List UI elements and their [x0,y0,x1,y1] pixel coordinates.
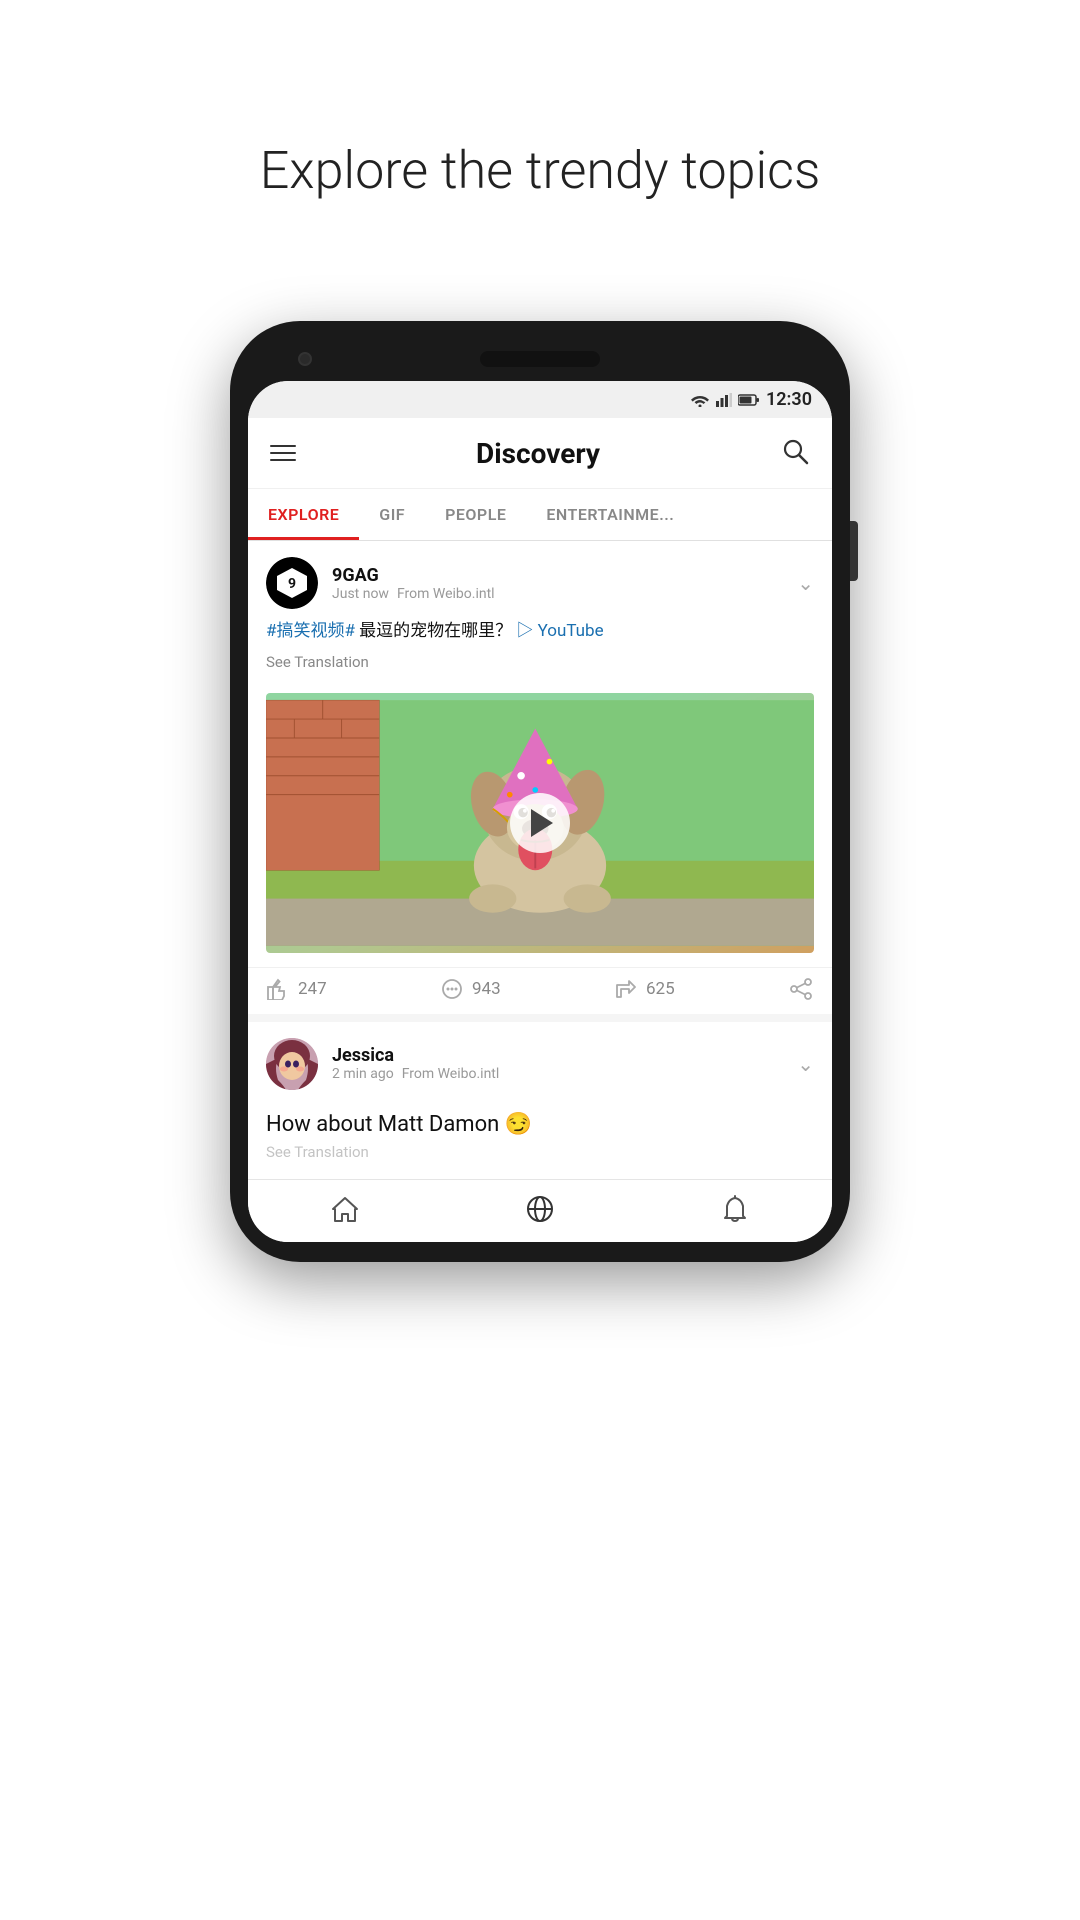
post-meta-2: 2 min ago From Weibo.intl [332,1066,499,1082]
post-header-2: Jessica 2 min ago From Weibo.intl ⌄ [248,1022,832,1100]
page-heading-section: Explore the trendy topics [260,70,821,261]
like-count: 247 [298,979,327,999]
app-title: Discovery [476,437,600,470]
chevron-down-icon[interactable]: ⌄ [797,571,814,595]
comment-icon [440,978,464,1000]
hashtag[interactable]: #搞笑视频# [266,621,355,641]
video-thumbnail[interactable] [266,693,814,953]
author-name: 9GAG [332,565,495,586]
like-icon [266,978,290,1000]
post-timestamp-2: 2 min ago [332,1066,394,1082]
repost-count: 625 [646,979,675,999]
post-card-2: Jessica 2 min ago From Weibo.intl ⌄ How … [248,1022,832,1171]
hamburger-menu-button[interactable] [270,445,296,461]
status-bar: 12:30 [248,381,832,418]
phone-camera [298,352,312,366]
status-time: 12:30 [766,389,812,410]
tab-gif[interactable]: GIF [359,489,425,540]
post-content: #搞笑视频# 最逗的宠物在哪里？ ▷ YouTube See Translati… [248,619,832,693]
hamburger-line-3 [270,459,296,461]
feed: 9 9GAG Just now From Weibo.intl [248,541,832,1171]
jessica-avatar-svg [266,1038,318,1090]
see-translation[interactable]: See Translation [266,653,814,671]
jessica-avatar [266,1038,318,1090]
play-button[interactable] [510,793,570,853]
status-icons: 12:30 [690,389,812,410]
discover-icon [525,1194,555,1224]
hamburger-line-1 [270,445,296,447]
play-triangle-icon [531,809,553,837]
post-body-text: 最逗的宠物在哪里？ [359,621,516,641]
phone-screen: 12:30 Discovery EXPLORE GIF PEOPLE E [248,381,832,1242]
post-body-matt-damon: How about Matt Damon 😏 [266,1112,532,1137]
chevron-down-icon-2[interactable]: ⌄ [797,1052,814,1076]
tab-entertainment[interactable]: ENTERTAINME... [526,489,694,540]
author-info: 9GAG Just now From Weibo.intl [332,565,495,602]
repost-icon [614,978,638,1000]
home-icon [330,1195,360,1223]
battery-icon [738,394,760,406]
page-title: Explore the trendy topics [260,140,821,201]
phone-frame: 12:30 Discovery EXPLORE GIF PEOPLE E [230,321,850,1262]
jessica-avatar-image [266,1038,318,1090]
share-icon [788,978,814,1000]
share-action[interactable] [788,978,814,1000]
app-header: Discovery [248,418,832,489]
post-text: #搞笑视频# 最逗的宠物在哪里？ ▷ YouTube [266,619,814,645]
youtube-link[interactable]: ▷ YouTube [516,621,603,641]
nav-home[interactable] [248,1194,443,1224]
comment-action[interactable]: 943 [440,978,614,1000]
phone-top-bar [248,351,832,367]
post-header: 9 9GAG Just now From Weibo.intl [248,541,832,619]
post-actions: 247 943 [248,967,832,1014]
like-action[interactable]: 247 [266,978,440,1000]
comment-count: 943 [472,979,501,999]
search-button[interactable] [780,436,810,470]
signal-icon [716,393,732,407]
author-info-2: Jessica 2 min ago From Weibo.intl [332,1045,499,1082]
bell-icon [721,1194,749,1224]
post-text-2: How about Matt Damon 😏 [248,1100,832,1143]
post-timestamp: Just now [332,586,389,602]
9gag-logo-icon: 9 [273,564,311,602]
author-name-2: Jessica [332,1045,499,1066]
nav-discover[interactable] [443,1194,638,1224]
search-icon [780,436,810,466]
post-source-2: From Weibo.intl [402,1066,500,1082]
tab-people[interactable]: PEOPLE [425,489,526,540]
post-source: From Weibo.intl [397,586,495,602]
post-author-2: Jessica 2 min ago From Weibo.intl [266,1038,499,1090]
svg-text:9: 9 [288,576,296,592]
avatar: 9 [266,557,318,609]
post-card: 9 9GAG Just now From Weibo.intl [248,541,832,1014]
nav-notifications[interactable] [637,1194,832,1224]
tab-explore[interactable]: EXPLORE [248,489,359,540]
9gag-avatar: 9 [266,557,318,609]
post-author: 9 9GAG Just now From Weibo.intl [266,557,495,609]
see-translation-2[interactable]: See Translation [248,1143,832,1161]
repost-action[interactable]: 625 [614,978,788,1000]
hamburger-line-2 [270,452,296,454]
bottom-nav [248,1179,832,1242]
post-meta: Just now From Weibo.intl [332,586,495,602]
phone-speaker [480,351,600,367]
wifi-icon [690,393,710,407]
tab-bar: EXPLORE GIF PEOPLE ENTERTAINME... [248,489,832,541]
